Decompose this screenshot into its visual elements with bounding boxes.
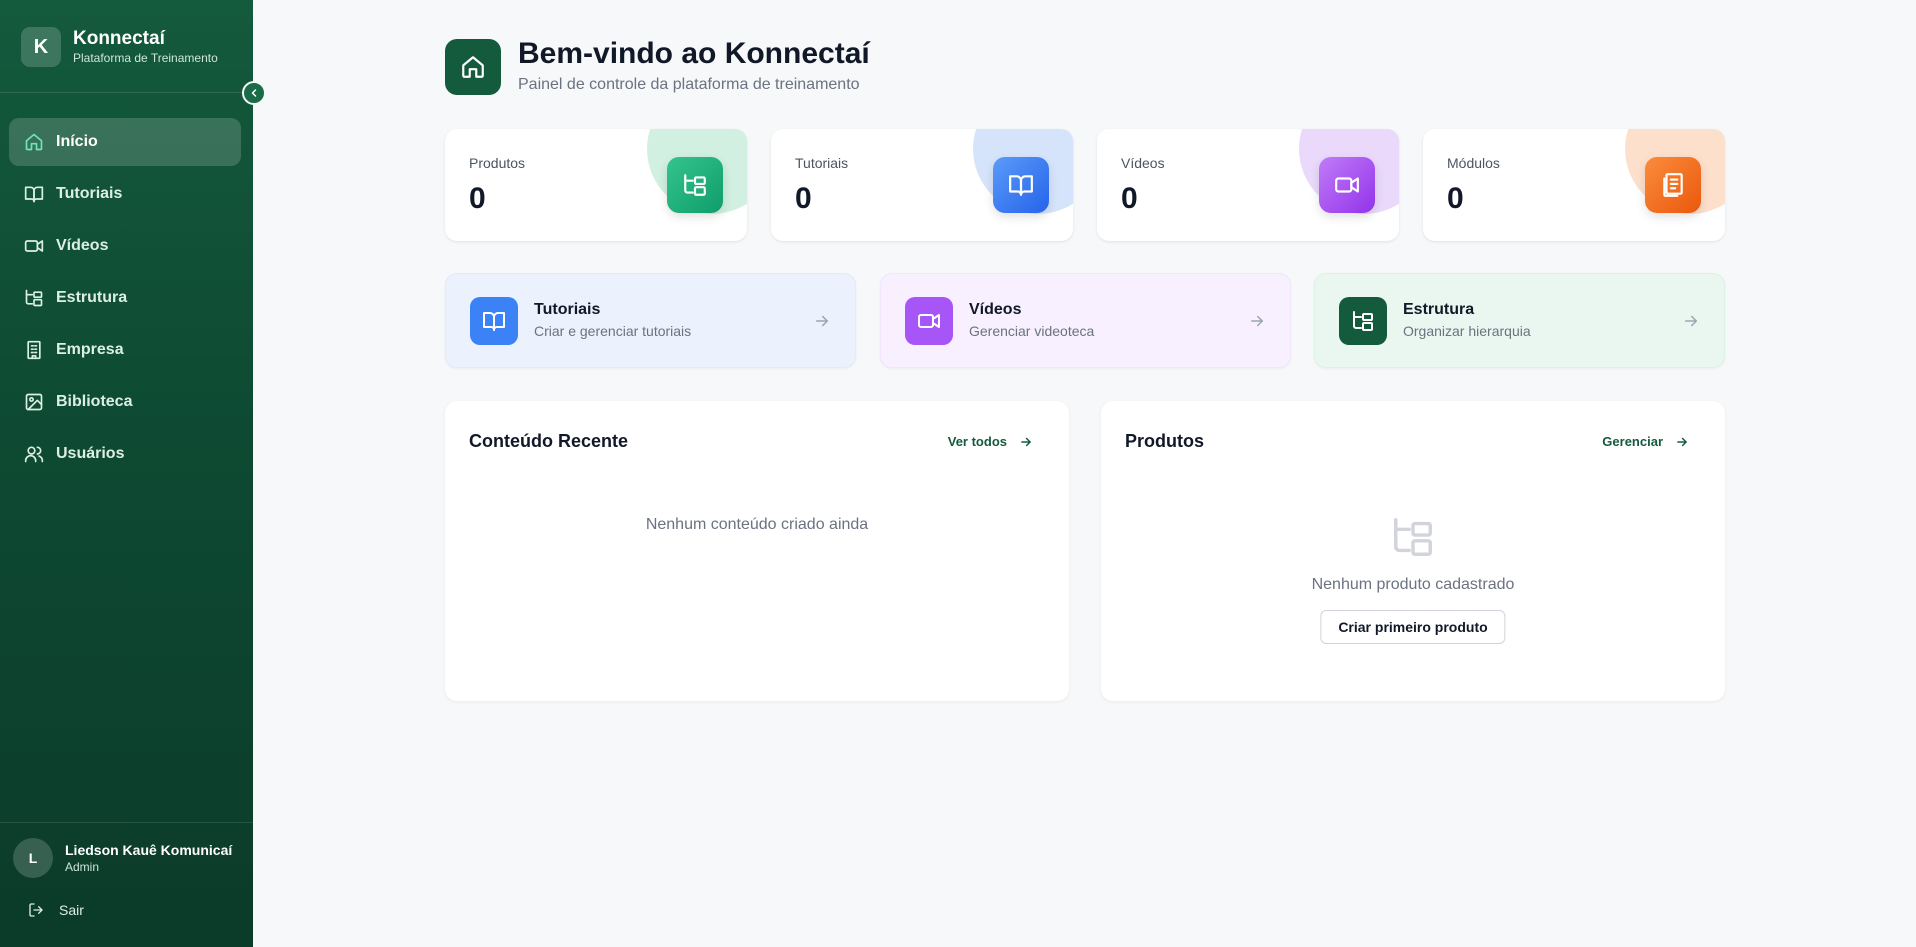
stat-label: Produtos	[469, 155, 526, 171]
empty-state-text: Nenhum conteúdo criado ainda	[645, 516, 869, 533]
video-icon	[1319, 157, 1375, 213]
sidebar-nav: Início Tutoriais Vídeos Estrutura Empres…	[9, 118, 241, 482]
link-label: Gerenciar	[1602, 434, 1663, 449]
user-profile[interactable]: L Liedson Kauê Komunicaí Admin	[13, 838, 232, 878]
create-first-product-button[interactable]: Criar primeiro produto	[1320, 610, 1506, 644]
user-role: Admin	[65, 860, 100, 874]
quick-action-title: Tutoriais	[534, 301, 601, 318]
manage-link[interactable]: Gerenciar	[1602, 434, 1689, 449]
page-subtitle: Painel de controle da plataforma de trei…	[518, 76, 860, 93]
panel-title: Conteúdo Recente	[469, 431, 629, 451]
stat-card-produtos: Produtos 0	[445, 129, 747, 241]
sidebar-item-biblioteca[interactable]: Biblioteca	[9, 378, 241, 426]
sidebar: K Konnectaí Plataforma de Treinamento In…	[0, 0, 253, 947]
recent-content-panel: Conteúdo Recente Ver todos Nenhum conteú…	[445, 401, 1069, 701]
sidebar-collapse-button[interactable]	[242, 81, 266, 105]
logout-button[interactable]: Sair	[28, 902, 84, 918]
image-icon	[24, 392, 44, 412]
sidebar-item-estrutura[interactable]: Estrutura	[9, 274, 241, 322]
stat-card-videos: Vídeos 0	[1097, 129, 1399, 241]
stat-card-tutoriais: Tutoriais 0	[771, 129, 1073, 241]
stat-label: Módulos	[1447, 155, 1500, 171]
brand-logo: K	[21, 27, 61, 67]
quick-action-videos[interactable]: Vídeos Gerenciar videoteca	[880, 273, 1291, 368]
sidebar-item-tutoriais[interactable]: Tutoriais	[9, 170, 241, 218]
page-header: Bem-vindo ao Konnectaí Painel de control…	[445, 37, 870, 96]
panel-title: Produtos	[1125, 431, 1204, 451]
building-icon	[24, 340, 44, 360]
view-all-link[interactable]: Ver todos	[948, 434, 1033, 449]
sidebar-item-label: Início	[56, 133, 98, 150]
logout-icon	[28, 902, 44, 918]
page-title: Bem-vindo ao Konnectaí	[518, 37, 870, 70]
stat-card-modulos: Módulos 0	[1423, 129, 1725, 241]
brand[interactable]: K Konnectaí Plataforma de Treinamento	[21, 27, 218, 67]
book-icon	[993, 157, 1049, 213]
sidebar-item-inicio[interactable]: Início	[9, 118, 241, 166]
sidebar-divider	[0, 822, 253, 823]
quick-action-title: Vídeos	[969, 301, 1022, 318]
users-icon	[24, 444, 44, 464]
sidebar-item-videos[interactable]: Vídeos	[9, 222, 241, 270]
arrow-right-icon	[813, 312, 831, 330]
arrow-right-icon	[1675, 435, 1689, 449]
hierarchy-icon	[1339, 296, 1387, 345]
arrow-right-icon	[1019, 435, 1033, 449]
video-icon	[24, 236, 44, 256]
sidebar-item-label: Empresa	[56, 341, 124, 358]
quick-action-title: Estrutura	[1403, 301, 1475, 318]
sidebar-divider	[0, 92, 253, 93]
brand-name: Konnectaí	[73, 28, 165, 49]
stat-label: Tutoriais	[795, 155, 849, 171]
quick-action-estrutura[interactable]: Estrutura Organizar hierarquia	[1314, 273, 1725, 368]
sidebar-item-empresa[interactable]: Empresa	[9, 326, 241, 374]
home-icon	[445, 38, 501, 95]
link-label: Ver todos	[947, 434, 1007, 449]
hierarchy-icon	[667, 157, 723, 213]
avatar: L	[13, 838, 53, 878]
book-icon	[24, 184, 44, 204]
arrow-right-icon	[1682, 312, 1700, 330]
stat-label: Vídeos	[1121, 155, 1165, 171]
hierarchy-icon	[1390, 514, 1436, 560]
quick-action-subtitle: Criar e gerenciar tutoriais	[534, 323, 692, 339]
products-panel: Produtos Gerenciar Nenhum produto cadast…	[1101, 401, 1725, 701]
video-icon	[905, 296, 953, 345]
brand-subtitle: Plataforma de Treinamento	[73, 51, 218, 65]
sidebar-item-usuarios[interactable]: Usuários	[9, 430, 241, 478]
quick-action-tutoriais[interactable]: Tutoriais Criar e gerenciar tutoriais	[445, 273, 856, 368]
logout-label: Sair	[59, 902, 84, 918]
sidebar-item-label: Vídeos	[56, 237, 109, 254]
quick-action-subtitle: Gerenciar videoteca	[969, 323, 1095, 339]
empty-state-text: Nenhum produto cadastrado	[1311, 576, 1515, 593]
chevron-left-icon	[248, 87, 260, 99]
sidebar-item-label: Biblioteca	[56, 393, 133, 410]
arrow-right-icon	[1248, 312, 1266, 330]
stat-value: 0	[1447, 182, 1464, 215]
stat-value: 0	[795, 182, 812, 215]
sidebar-item-label: Tutoriais	[56, 185, 123, 202]
hierarchy-icon	[24, 288, 44, 308]
book-icon	[470, 296, 518, 345]
document-icon	[1645, 157, 1701, 213]
main-content: Bem-vindo ao Konnectaí Painel de control…	[253, 0, 1916, 947]
home-icon	[24, 132, 44, 152]
sidebar-item-label: Usuários	[56, 445, 125, 462]
stat-value: 0	[469, 182, 486, 215]
stat-value: 0	[1121, 182, 1138, 215]
quick-action-subtitle: Organizar hierarquia	[1403, 323, 1531, 339]
sidebar-item-label: Estrutura	[56, 289, 128, 306]
user-name: Liedson Kauê Komunicaí	[65, 842, 233, 858]
